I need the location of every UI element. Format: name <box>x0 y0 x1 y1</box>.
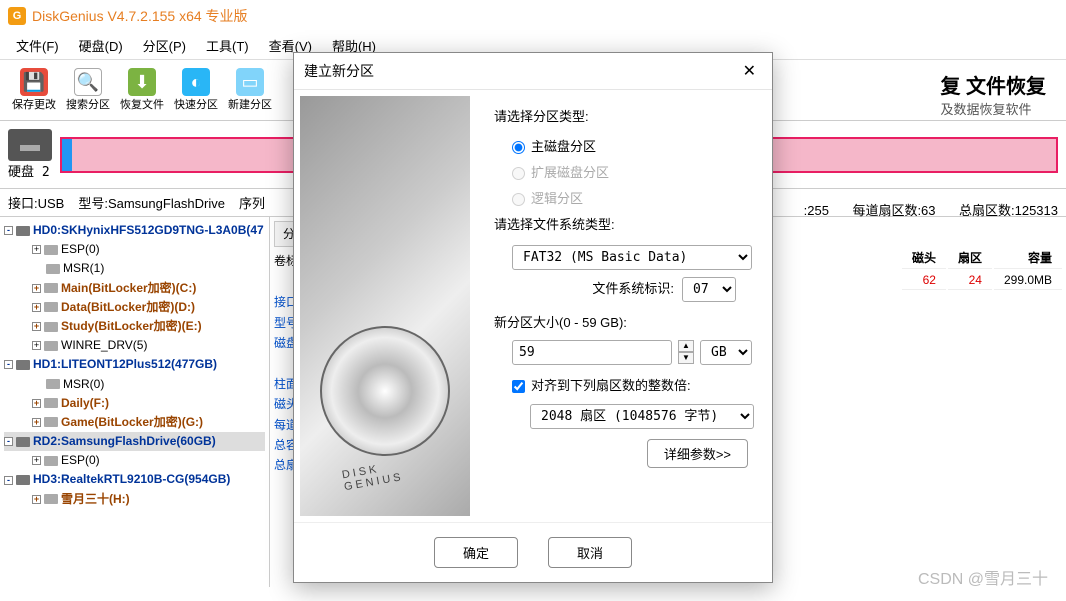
advanced-button[interactable]: 详细参数>> <box>647 439 748 468</box>
size-label: 新分区大小(0 - 59 GB): <box>494 310 754 336</box>
fs-ident-label: 文件系统标识: <box>592 276 674 302</box>
dialog-form: 请选择分区类型: 主磁盘分区 扩展磁盘分区 逻辑分区 请选择文件系统类型: FA… <box>476 90 772 522</box>
close-icon[interactable]: ✕ <box>737 59 762 83</box>
ok-button[interactable]: 确定 <box>434 537 518 568</box>
align-label: 对齐到下列扇区数的整数倍: <box>531 373 691 399</box>
cancel-button[interactable]: 取消 <box>548 537 632 568</box>
watermark: CSDN @雪月三十 <box>918 565 1048 589</box>
dialog-title: 建立新分区 <box>304 61 374 81</box>
spin-down-icon[interactable]: ▼ <box>678 352 694 364</box>
size-spinner[interactable]: ▲▼ <box>678 340 694 365</box>
dialog-hero-image <box>300 96 470 516</box>
filesystem-label: 请选择文件系统类型: <box>494 212 754 238</box>
modal-overlay: 建立新分区 ✕ 请选择分区类型: 主磁盘分区 扩展磁盘分区 逻辑分区 请选择文件… <box>0 0 1066 601</box>
filesystem-select[interactable]: FAT32 (MS Basic Data) <box>512 245 752 270</box>
align-checkbox[interactable] <box>512 380 525 393</box>
radio-primary[interactable]: 主磁盘分区 <box>512 134 754 160</box>
align-select[interactable]: 2048 扇区 (1048576 字节) <box>530 404 754 429</box>
partition-type-label: 请选择分区类型: <box>494 104 754 130</box>
size-input[interactable] <box>512 340 672 365</box>
radio-logical[interactable]: 逻辑分区 <box>512 186 754 212</box>
spin-up-icon[interactable]: ▲ <box>678 340 694 352</box>
radio-extended[interactable]: 扩展磁盘分区 <box>512 160 754 186</box>
size-unit-select[interactable]: GB <box>700 340 752 365</box>
fs-ident-select[interactable]: 07 <box>682 277 736 302</box>
new-partition-dialog: 建立新分区 ✕ 请选择分区类型: 主磁盘分区 扩展磁盘分区 逻辑分区 请选择文件… <box>293 52 773 583</box>
